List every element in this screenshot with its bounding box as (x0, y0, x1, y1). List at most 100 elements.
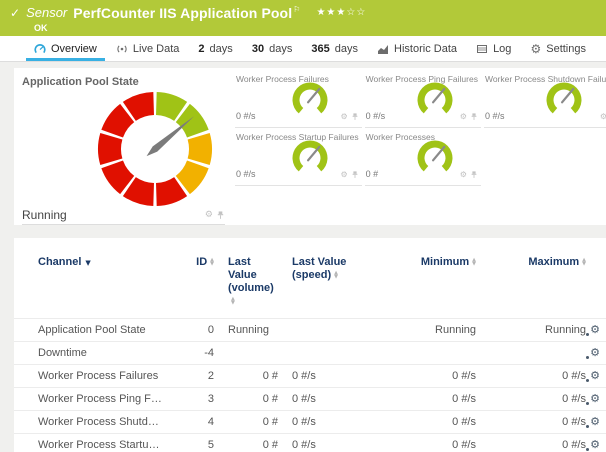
tab-overview[interactable]: Overview (28, 36, 103, 61)
arc-gauge-svg (544, 80, 584, 120)
prtg-sensor-page: ✓ Sensor PerfCounter IIS Application Poo… (0, 0, 606, 452)
gear-icon[interactable]: ⚙ (460, 113, 467, 121)
worker-processes-gauge-tile: Worker Processes 0 # ⚙ (365, 129, 481, 186)
gauge-status-label: Running (22, 208, 67, 222)
sort-desc-icon: ▼ (85, 259, 90, 267)
tab-label-bold: 30 (252, 43, 264, 55)
tab-365-days[interactable]: 365 days (305, 36, 364, 61)
pin-icon[interactable] (351, 113, 359, 121)
table-row-worker-process-startup-failures[interactable]: Worker Process Startup Failures 5 0 # 0 … (14, 434, 606, 452)
gear-icon[interactable]: ⚙ (341, 171, 348, 179)
application-pool-state-gauge-tile: Application Pool State Running ⚙ (14, 68, 233, 225)
sensor-header: ✓ Sensor PerfCounter IIS Application Poo… (0, 0, 606, 36)
channel-name[interactable]: Worker Process Ping Failures (38, 388, 164, 410)
channel-name[interactable]: Worker Process Failures (38, 365, 164, 387)
last-value-volume: 0 # (214, 388, 278, 410)
channel-name[interactable]: Downtime (38, 342, 164, 364)
channel-settings-gears-icon[interactable]: ⚙ (586, 346, 600, 360)
worker-process-ping-failures-gauge-tile: Worker Process Ping Failures 0 #/s ⚙ (365, 71, 481, 128)
application-pool-state-gauge (14, 88, 233, 208)
channel-name[interactable]: Worker Process Shutdown Failures (38, 411, 164, 433)
tab-label: Log (493, 43, 511, 55)
tab-settings[interactable]: ⚙ Settings (524, 36, 592, 61)
pin-icon[interactable] (470, 113, 478, 121)
settings-gear-icon: ⚙ (530, 43, 541, 55)
last-value-speed: 0 #/s (278, 365, 356, 387)
flag-icon[interactable]: ⚐ (293, 5, 300, 14)
last-value-volume: 0 # (214, 365, 278, 387)
pin-icon[interactable] (351, 171, 359, 179)
minimum-value: 0 #/s (356, 434, 476, 452)
channel-id: -4 (164, 342, 214, 364)
maximum-value: 0 #/s (476, 365, 586, 387)
last-value-volume: 0 # (214, 411, 278, 433)
column-sublabel: (volume) (228, 282, 274, 294)
tab-2-days[interactable]: 2 days (192, 36, 238, 61)
pin-icon[interactable] (470, 171, 478, 179)
column-label: Maximum (528, 256, 579, 268)
column-label: ID (196, 256, 207, 268)
tab-label: days (335, 43, 358, 55)
channel-name[interactable]: Worker Process Startup Failures (38, 434, 164, 452)
maximum-value: Running (476, 319, 586, 341)
channel-id: 2 (164, 365, 214, 387)
gauge-icon (34, 43, 46, 55)
channel-id: 5 (164, 434, 214, 452)
tab-label: Live Data (133, 43, 179, 55)
channel-settings-gears-icon[interactable]: ⚙ (586, 323, 600, 337)
column-label: Minimum (421, 256, 469, 268)
table-row-application-pool-state[interactable]: Application Pool State 0 Running Running… (14, 319, 606, 342)
empty-gauge-slot (484, 129, 606, 186)
table-row-downtime[interactable]: Downtime -4 ⚙ (14, 342, 606, 365)
tab-live-data[interactable]: Live Data (110, 36, 185, 61)
gear-icon[interactable]: ⚙ (460, 171, 467, 179)
ok-checkmark-icon: ✓ (10, 6, 20, 20)
minimum-value: 0 #/s (356, 411, 476, 433)
gear-icon[interactable]: ⚙ (600, 113, 606, 121)
column-header-minimum[interactable]: Minimum▲▼ (356, 256, 476, 269)
tab-label-bold: 2 (198, 43, 204, 55)
channel-settings-gears-icon[interactable]: ⚙ (586, 392, 600, 406)
maximum-value: 0 #/s (476, 434, 586, 452)
tab-label-bold: 365 (311, 43, 329, 55)
sensor-title-text: PerfCounter IIS Application Pool (73, 5, 292, 21)
tab-bar: Overview Live Data 2 days 30 days 365 da… (0, 36, 606, 62)
tab-label: days (210, 43, 233, 55)
pin-icon[interactable] (216, 211, 225, 220)
gauge-value: 0 # (366, 169, 379, 179)
table-row-worker-process-failures[interactable]: Worker Process Failures 2 0 # 0 #/s 0 #/… (14, 365, 606, 388)
donut-gauge-svg (96, 90, 214, 208)
small-gauges-grid: Worker Process Failures 0 #/s ⚙ Worker P… (233, 68, 606, 225)
channel-settings-gears-icon[interactable]: ⚙ (586, 438, 600, 452)
channel-name[interactable]: Application Pool State (38, 319, 164, 341)
tab-label: Overview (51, 43, 97, 55)
last-value-volume: 0 # (214, 434, 278, 452)
column-header-last-value-volume[interactable]: Last Value(volume)▲▼ (214, 256, 278, 308)
column-label: Channel (38, 256, 81, 268)
table-row-worker-process-shutdown-failures[interactable]: Worker Process Shutdown Failures 4 0 # 0… (14, 411, 606, 434)
sort-toggle-icon: ▲▼ (582, 258, 586, 267)
channel-settings-gears-icon[interactable]: ⚙ (586, 369, 600, 383)
sensor-kind-label: Sensor (26, 5, 67, 20)
tab-log[interactable]: Log (470, 36, 517, 61)
sort-toggle-icon: ▲▼ (231, 297, 235, 306)
worker-process-failures-gauge-tile: Worker Process Failures 0 #/s ⚙ (235, 71, 362, 128)
column-header-channel[interactable]: Channel ▼ (38, 256, 164, 270)
column-header-last-value-speed[interactable]: Last Value(speed)▲▼ (278, 256, 356, 282)
gear-icon[interactable]: ⚙ (205, 211, 213, 220)
maximum-value: 0 #/s (476, 388, 586, 410)
channel-id: 0 (164, 319, 214, 341)
tab-30-days[interactable]: 30 days (246, 36, 299, 61)
last-value-speed: 0 #/s (278, 434, 356, 452)
arc-gauge-svg (290, 138, 330, 178)
priority-star-rating[interactable]: ★★★☆☆ (316, 7, 366, 18)
gear-icon[interactable]: ⚙ (341, 113, 348, 121)
channel-settings-gears-icon[interactable]: ⚙ (586, 415, 600, 429)
column-header-id[interactable]: ID▲▼ (164, 256, 214, 269)
tab-historic-data[interactable]: Historic Data (371, 36, 463, 61)
chart-icon (377, 43, 389, 55)
arc-gauge-svg (415, 138, 455, 178)
minimum-value: Running (356, 319, 476, 341)
column-header-maximum[interactable]: Maximum▲▼ (476, 256, 586, 269)
table-row-worker-process-ping-failures[interactable]: Worker Process Ping Failures 3 0 # 0 #/s… (14, 388, 606, 411)
